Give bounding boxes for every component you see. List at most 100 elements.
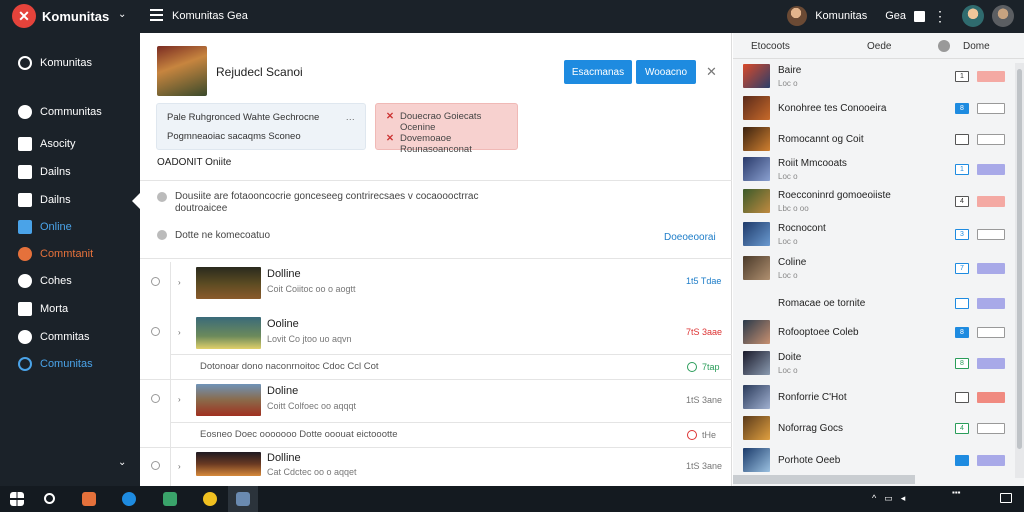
app-icon-active[interactable] xyxy=(236,492,250,506)
notification-icon[interactable] xyxy=(1000,493,1012,503)
sidebar-item-morta[interactable]: Morta xyxy=(18,302,68,316)
list-item-checkbox[interactable]: 4 xyxy=(955,423,969,434)
sidebar-item-communitas[interactable]: Communitas xyxy=(18,105,102,119)
list-item-checkbox[interactable] xyxy=(955,455,969,466)
list-item[interactable]: Rofooptoee Coleb 8 xyxy=(733,317,1015,348)
right-panel-header: Etocoots Oede Dome xyxy=(733,33,1024,59)
sidebar-item-comunitas[interactable]: Comunitas xyxy=(18,357,93,371)
list-item-checkbox[interactable]: 8 xyxy=(955,103,969,114)
row-thumbnail xyxy=(196,317,261,349)
caret-icon[interactable]: › xyxy=(178,278,181,287)
sidebar-item-asocity[interactable]: Asocity xyxy=(18,137,75,151)
table-row[interactable]: › Doline Coitt Colfoec oo aqqqt 1tS 3ane xyxy=(140,380,732,422)
warning-line-3: Rounasoanconat xyxy=(400,144,472,155)
sidebar-item-online[interactable]: Online xyxy=(18,220,72,234)
sidebar-item-commtanit[interactable]: Commtanit xyxy=(18,247,93,261)
list-item-checkbox[interactable]: 7 xyxy=(955,263,969,274)
search-icon[interactable] xyxy=(44,493,55,504)
list-item-subtitle: Lbc o oo xyxy=(778,204,809,213)
primary-button[interactable]: Esacmanas xyxy=(564,60,632,84)
table-row[interactable]: › Dolline Coit Coiitoc oo o aogtt 1t5 Td… xyxy=(140,262,732,312)
collapse-chevron-icon[interactable]: ⌄ xyxy=(118,457,126,468)
app-title: Komunitas Gea xyxy=(172,10,248,22)
settings-icon[interactable] xyxy=(938,40,950,52)
list-item[interactable]: Baire Loc o 1 xyxy=(733,61,1015,92)
sub-row[interactable]: Dotonoar dono naconrnoitoc Cdoc Ccl Cot … xyxy=(140,355,732,379)
list-item[interactable]: Coline Loc o 7 xyxy=(733,253,1015,284)
list-item-thumbnail xyxy=(743,127,770,151)
list-item[interactable]: Porhote Oeeb xyxy=(733,445,1015,476)
list-item[interactable]: Doite Loc o 8 xyxy=(733,348,1015,379)
secondary-button[interactable]: Wooacno xyxy=(636,60,696,84)
sub-row[interactable]: Eosneo Doec ooooooo Dotte ooouat eictooo… xyxy=(140,423,732,447)
start-icon[interactable] xyxy=(10,492,24,506)
brand[interactable]: ✕ Komunitas xyxy=(12,4,109,28)
list-item[interactable]: Ronforrie C'Hot xyxy=(733,382,1015,413)
list-item-checkbox[interactable] xyxy=(955,392,969,403)
app-icon-orange[interactable] xyxy=(82,492,96,506)
volume-icon[interactable]: ◂ xyxy=(901,493,906,504)
panel-header-mid[interactable]: Oede xyxy=(867,41,891,52)
list-item-checkbox[interactable] xyxy=(955,134,969,145)
sidebar-item-label: Morta xyxy=(40,303,69,315)
divider xyxy=(140,180,732,181)
row-radio[interactable] xyxy=(151,277,160,286)
right-panel: Etocoots Oede Dome Baire Loc o 1 Konohree t… xyxy=(733,33,1024,486)
avatar[interactable] xyxy=(787,6,808,26)
chevron-up-icon[interactable]: ^ xyxy=(872,493,876,504)
row-radio[interactable] xyxy=(151,327,160,336)
row-radio[interactable] xyxy=(151,461,160,470)
list-item[interactable]: Konohree tes Conooeira 8 xyxy=(733,93,1015,124)
sidebar-item-commitas[interactable]: Commitas xyxy=(18,330,90,344)
list-item-checkbox[interactable]: 3 xyxy=(955,229,969,240)
caret-icon[interactable]: › xyxy=(178,328,181,337)
table-row[interactable]: › Ooline Lovit Co jtoo uo aqvn 7tS 3aae xyxy=(140,312,732,354)
more-icon[interactable]: … xyxy=(346,112,356,123)
list-item-checkbox[interactable]: 1 xyxy=(955,164,969,175)
menu-icon[interactable] xyxy=(150,9,163,21)
list-item-checkbox[interactable]: 8 xyxy=(955,358,969,369)
user-name[interactable]: Komunitas xyxy=(815,10,867,22)
bookmark-icon[interactable] xyxy=(914,10,925,22)
user-short[interactable]: Gea xyxy=(885,10,906,22)
profile-avatar-2[interactable] xyxy=(992,5,1014,27)
list-item[interactable]: Romocannt og Coit xyxy=(733,124,1015,155)
caret-icon[interactable]: › xyxy=(178,395,181,404)
list-item-checkbox[interactable]: 4 xyxy=(955,196,969,207)
subnote-link[interactable]: Doeoeoorai xyxy=(664,232,716,243)
horizontal-scrollbar[interactable] xyxy=(733,475,915,484)
scrollbar-thumb[interactable] xyxy=(1017,69,1022,449)
table-row[interactable]: › Dolline Cat Cdctec oo o aqqet 1tS 3ane xyxy=(140,448,732,486)
sidebar-item-dailns-2[interactable]: Dailns xyxy=(18,193,71,207)
list-item-checkbox[interactable]: 8 xyxy=(955,327,969,338)
list-item[interactable]: Rocnocont Loc o 3 xyxy=(733,219,1015,250)
list-item-subtitle: Loc o xyxy=(778,237,798,246)
app-icon-green[interactable] xyxy=(163,492,177,506)
sidebar-item-komunitas[interactable]: Komunitas xyxy=(18,56,92,70)
sidebar-item-dailns[interactable]: Dailns xyxy=(18,165,71,179)
list-item-title: Coline xyxy=(778,257,807,268)
list-item[interactable]: Roecconinrd gomoeoiiste Lbc o oo 4 xyxy=(733,186,1015,217)
sidebar-item-cohes[interactable]: Cohes xyxy=(18,274,72,288)
close-icon[interactable]: ✕ xyxy=(706,64,717,80)
clock[interactable]: ▪▪▪ xyxy=(952,488,961,498)
panel-header-right[interactable]: Dome xyxy=(963,41,990,52)
more-icon[interactable]: ⋮ xyxy=(933,8,947,25)
list-item-checkbox[interactable] xyxy=(955,298,969,309)
caret-icon[interactable]: › xyxy=(178,462,181,471)
app-icon-blue[interactable] xyxy=(122,492,136,506)
row-title: Ooline xyxy=(267,318,299,330)
list-item[interactable]: Roiit Mmcooats Loc o 1 xyxy=(733,154,1015,185)
list-item[interactable]: Noforrag Gocs 4 xyxy=(733,413,1015,444)
list-item[interactable]: Romacae oe tornite xyxy=(733,288,1015,319)
topbar-right: Komunitas Gea ⋮ xyxy=(787,4,1014,28)
row-radio[interactable] xyxy=(151,394,160,403)
list-item-checkbox[interactable]: 1 xyxy=(955,71,969,82)
network-icon[interactable]: ▭ xyxy=(884,493,893,504)
status-badge xyxy=(977,327,1005,338)
row-subtitle: Lovit Co jtoo uo aqvn xyxy=(267,334,352,344)
browser-icon[interactable] xyxy=(203,492,217,506)
chevron-down-icon[interactable]: ⌄ xyxy=(118,9,126,20)
panel-header-left[interactable]: Etocoots xyxy=(751,41,790,52)
profile-avatar[interactable] xyxy=(962,5,984,27)
